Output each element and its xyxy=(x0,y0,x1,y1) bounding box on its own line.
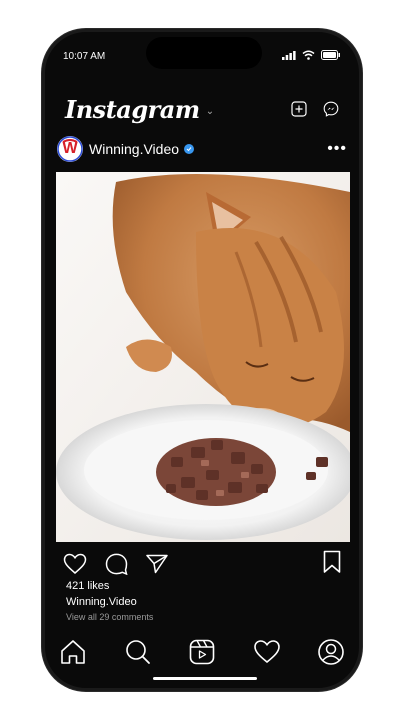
avatar[interactable]: W xyxy=(57,136,83,162)
reels-icon[interactable] xyxy=(188,638,216,666)
post-header: W Winning.Video ••• xyxy=(57,133,347,165)
status-icons xyxy=(282,50,341,60)
comment-icon[interactable] xyxy=(105,553,128,575)
phone-frame: 10:07 AM Instagram ⌄ W Winning.Video •••… xyxy=(42,29,362,691)
likes-count[interactable]: 421 likes xyxy=(66,580,109,592)
cat-eating-image xyxy=(56,172,350,542)
caption-username[interactable]: Winning.Video xyxy=(66,596,137,608)
home-indicator[interactable] xyxy=(153,677,257,680)
battery-icon xyxy=(321,50,340,60)
post-username[interactable]: Winning.Video xyxy=(89,141,179,157)
view-comments-link[interactable]: View all 29 comments xyxy=(66,612,153,622)
post-actions xyxy=(63,550,341,577)
search-icon[interactable] xyxy=(124,638,152,666)
signal-icon xyxy=(282,50,296,60)
post-image[interactable] xyxy=(56,172,350,542)
bottom-nav xyxy=(59,637,345,667)
messenger-icon[interactable] xyxy=(323,101,339,117)
share-icon[interactable] xyxy=(146,554,168,574)
profile-icon[interactable] xyxy=(317,638,345,666)
status-time: 10:07 AM xyxy=(63,51,106,62)
app-header: Instagram ⌄ xyxy=(65,94,339,124)
activity-icon[interactable] xyxy=(253,639,281,665)
heart-icon[interactable] xyxy=(63,553,87,575)
logo-text: Instagram xyxy=(65,94,200,124)
avatar-letter: W xyxy=(62,140,78,157)
chevron-down-icon[interactable]: ⌄ xyxy=(206,106,214,117)
instagram-logo[interactable]: Instagram ⌄ xyxy=(65,95,214,124)
home-icon[interactable] xyxy=(59,638,87,666)
verified-badge-icon xyxy=(184,144,195,154)
bookmark-icon[interactable] xyxy=(323,550,341,574)
wifi-icon xyxy=(302,50,315,60)
more-options-icon[interactable]: ••• xyxy=(327,140,347,158)
notch xyxy=(146,37,262,69)
new-post-icon[interactable] xyxy=(291,101,307,117)
